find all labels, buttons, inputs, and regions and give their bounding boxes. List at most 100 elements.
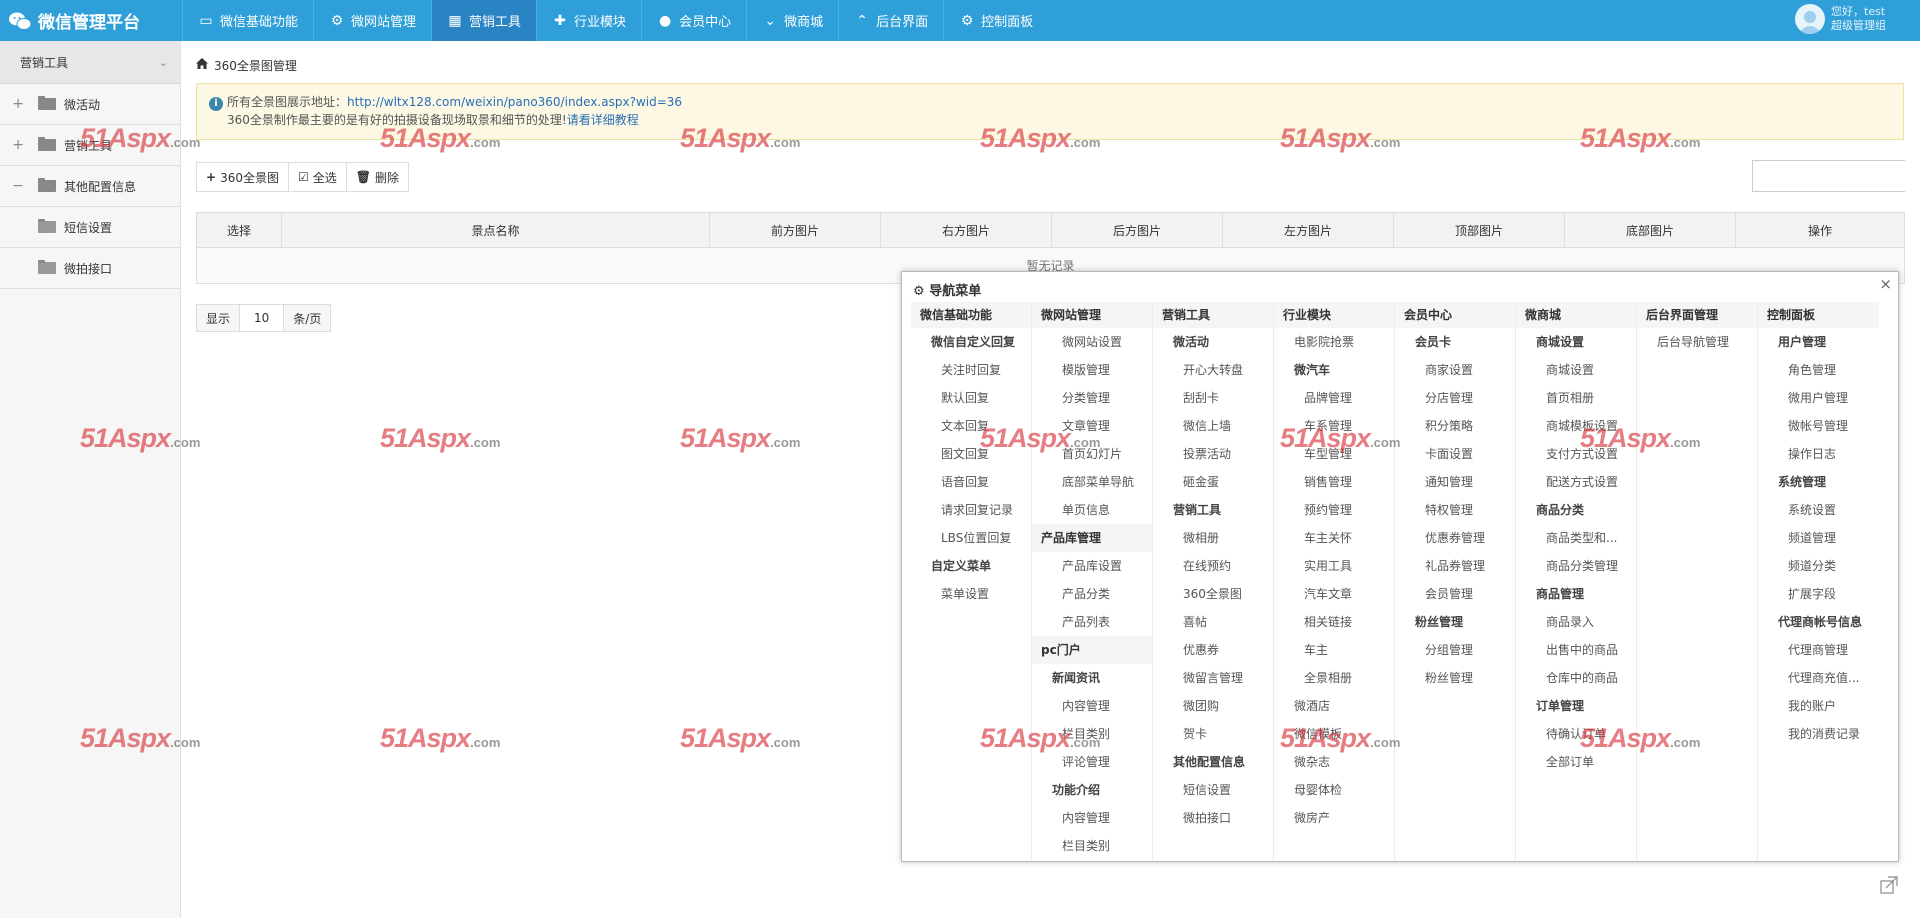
nav-menu-link[interactable]: 车型管理	[1274, 440, 1394, 468]
nav-menu-link[interactable]: 仓库中的商品	[1516, 664, 1636, 692]
nav-menu-link[interactable]: 优惠券管理	[1395, 524, 1515, 552]
nav-menu-link[interactable]: 文章管理	[1032, 412, 1152, 440]
nav-menu-link[interactable]: 频道分类	[1758, 552, 1879, 580]
nav-menu-link[interactable]: 商城设置	[1516, 356, 1636, 384]
nav-menu-column-title[interactable]: 微商城	[1516, 302, 1636, 328]
nav-menu-group[interactable]: 其他配置信息	[1153, 748, 1273, 776]
nav-item-2[interactable]: ▦ 营销工具	[431, 0, 537, 41]
nav-menu-group[interactable]: 微信自定义回复	[911, 328, 1031, 356]
tutorial-link[interactable]: 请看详细教程	[567, 113, 639, 127]
nav-menu-link[interactable]: 代理商管理	[1758, 636, 1879, 664]
sidebar-item-marketing-tools[interactable]: + 营销工具	[0, 125, 180, 166]
nav-menu-link[interactable]: 待确认订单	[1516, 720, 1636, 748]
nav-menu-link[interactable]: 商品录入	[1516, 608, 1636, 636]
nav-menu-column-title[interactable]: 行业模块	[1274, 302, 1394, 328]
nav-menu-link[interactable]: 配送方式设置	[1516, 468, 1636, 496]
nav-menu-link[interactable]: 模版管理	[1032, 356, 1152, 384]
nav-menu-link[interactable]: 优惠券	[1153, 636, 1273, 664]
nav-menu-column-title[interactable]: 营销工具	[1153, 302, 1273, 328]
nav-menu-link[interactable]: 微相册	[1153, 524, 1273, 552]
column-header[interactable]: 后方图片	[1051, 212, 1223, 248]
nav-menu-group[interactable]: 新闻资讯	[1032, 664, 1152, 692]
column-header[interactable]: 前方图片	[709, 212, 881, 248]
nav-menu-link[interactable]: 默认回复	[911, 384, 1031, 412]
nav-item-7[interactable]: ⚙ 控制面板	[943, 0, 1048, 41]
nav-menu-link[interactable]: 单页信息	[1032, 496, 1152, 524]
nav-menu-link[interactable]: 微留言管理	[1153, 664, 1273, 692]
nav-menu-link[interactable]: 商品类型和...	[1516, 524, 1636, 552]
nav-menu-link[interactable]: 预约管理	[1274, 496, 1394, 524]
nav-menu-link[interactable]: 角色管理	[1758, 356, 1879, 384]
nav-menu-group[interactable]: pc门户	[1032, 636, 1152, 664]
close-icon[interactable]: ×	[1879, 275, 1892, 293]
nav-menu-group[interactable]: 自定义菜单	[911, 552, 1031, 580]
nav-menu-link[interactable]: 全部订单	[1516, 748, 1636, 776]
nav-menu-link[interactable]: 产品分类	[1032, 580, 1152, 608]
page-size-input[interactable]: 10	[240, 305, 285, 331]
nav-menu-link[interactable]: 粉丝管理	[1395, 664, 1515, 692]
nav-menu-link[interactable]: 车系管理	[1274, 412, 1394, 440]
nav-menu-link[interactable]: 实用工具	[1274, 552, 1394, 580]
nav-menu-link[interactable]: 360全景图	[1153, 580, 1273, 608]
nav-menu-link[interactable]: 通知管理	[1395, 468, 1515, 496]
nav-item-5[interactable]: ⌄ 微商城	[746, 0, 838, 41]
nav-menu-link[interactable]: 卡面设置	[1395, 440, 1515, 468]
search-input[interactable]	[1753, 161, 1920, 191]
column-header[interactable]: 选择	[196, 212, 282, 248]
nav-menu-link[interactable]: 会员管理	[1395, 580, 1515, 608]
nav-menu-link[interactable]: 产品列表	[1032, 608, 1152, 636]
nav-menu-link[interactable]: 图文回复	[911, 440, 1031, 468]
nav-menu-link[interactable]: 代理商充值...	[1758, 664, 1879, 692]
nav-menu-link[interactable]: 频道管理	[1758, 524, 1879, 552]
nav-menu-link[interactable]: 首页幻灯片	[1032, 440, 1152, 468]
nav-menu-link[interactable]: 内容管理	[1032, 804, 1152, 832]
nav-menu-link[interactable]: 文本回复	[911, 412, 1031, 440]
nav-menu-link[interactable]: 底部菜单导航	[1032, 468, 1152, 496]
nav-menu-link[interactable]: 栏目类别	[1032, 720, 1152, 748]
nav-menu-link[interactable]: 商品分类管理	[1516, 552, 1636, 580]
nav-menu-group[interactable]: 粉丝管理	[1395, 608, 1515, 636]
pano-url-link[interactable]: http://wltx128.com/weixin/pano360/index.…	[347, 95, 682, 109]
nav-menu-link[interactable]: 首页相册	[1516, 384, 1636, 412]
add-pano-button[interactable]: +360全景图	[197, 163, 289, 191]
resize-handle-icon[interactable]	[1880, 876, 1898, 894]
nav-menu-link[interactable]: 分组管理	[1395, 636, 1515, 664]
nav-menu-link[interactable]: 销售管理	[1274, 468, 1394, 496]
nav-menu-link[interactable]: 汽车文章	[1274, 580, 1394, 608]
nav-menu-group[interactable]: 用户管理	[1758, 328, 1879, 356]
nav-menu-link[interactable]: 系统设置	[1758, 496, 1879, 524]
nav-item-3[interactable]: ✚ 行业模块	[536, 0, 641, 41]
nav-menu-link[interactable]: 关注时回复	[911, 356, 1031, 384]
nav-menu-group[interactable]: 代理商帐号信息	[1758, 608, 1879, 636]
nav-menu-link[interactable]: 我的消费记录	[1758, 720, 1879, 748]
nav-menu-link[interactable]: 微团购	[1153, 692, 1273, 720]
nav-menu-link[interactable]: 喜帖	[1153, 608, 1273, 636]
nav-menu-link[interactable]: 我的账户	[1758, 692, 1879, 720]
nav-menu-link[interactable]: 微拍接口	[1153, 804, 1273, 832]
column-header[interactable]: 右方图片	[880, 212, 1052, 248]
sidebar-item-sms-settings[interactable]: 短信设置	[0, 207, 180, 248]
nav-menu-link[interactable]: 开心大转盘	[1153, 356, 1273, 384]
nav-menu-link[interactable]: 支付方式设置	[1516, 440, 1636, 468]
nav-menu-link[interactable]: 在线预约	[1153, 552, 1273, 580]
nav-menu-link[interactable]: 微网站设置	[1032, 328, 1152, 356]
nav-menu-link[interactable]: 扩展字段	[1758, 580, 1879, 608]
sidebar-item-weipai-api[interactable]: 微拍接口	[0, 248, 180, 289]
nav-menu-link[interactable]: 语音回复	[911, 468, 1031, 496]
sidebar-header[interactable]: 营销工具 ⌄	[0, 41, 180, 84]
nav-menu-link[interactable]: 菜单设置	[911, 580, 1031, 608]
nav-menu-link[interactable]: 产品库设置	[1032, 552, 1152, 580]
select-all-button[interactable]: ☑ 全选	[289, 163, 347, 191]
nav-item-1[interactable]: ⚙ 微网站管理	[313, 0, 431, 41]
nav-menu-link[interactable]: 分类管理	[1032, 384, 1152, 412]
nav-menu-link[interactable]: 贺卡	[1153, 720, 1273, 748]
nav-menu-link[interactable]: 商家设置	[1395, 356, 1515, 384]
home-icon[interactable]	[196, 58, 208, 72]
nav-menu-link[interactable]: 后台导航管理	[1637, 328, 1757, 356]
nav-menu-column-title[interactable]: 会员中心	[1395, 302, 1515, 328]
nav-menu-link[interactable]: 微信上墙	[1153, 412, 1273, 440]
user-menu[interactable]: 您好，test 超级管理组	[1795, 4, 1886, 34]
nav-menu-link[interactable]: 出售中的商品	[1516, 636, 1636, 664]
nav-menu-group[interactable]: 商品分类	[1516, 496, 1636, 524]
nav-menu-link[interactable]: 车主关怀	[1274, 524, 1394, 552]
